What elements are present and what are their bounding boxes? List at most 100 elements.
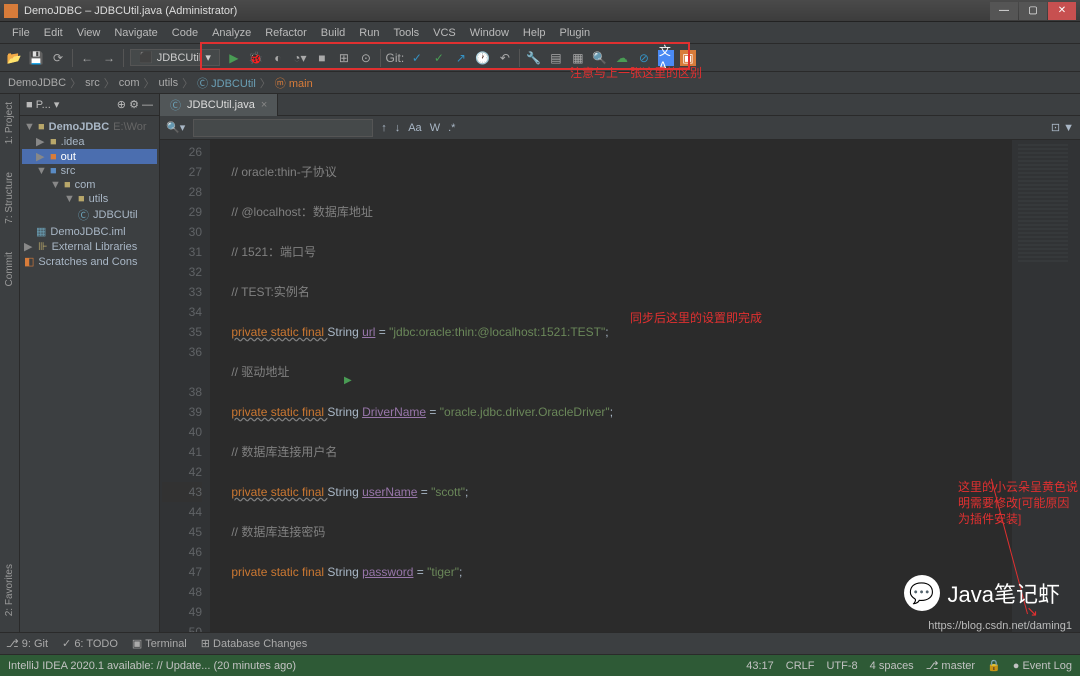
minimap[interactable] <box>1012 140 1072 632</box>
status-event-log[interactable]: ● Event Log <box>1013 660 1072 672</box>
status-enc[interactable]: UTF-8 <box>826 660 857 672</box>
bc-utils[interactable]: utils <box>159 77 179 89</box>
bc-project[interactable]: DemoJDBC <box>8 77 66 89</box>
status-spaces[interactable]: 4 spaces <box>870 660 914 672</box>
git-push-icon[interactable]: ↗ <box>453 50 469 66</box>
next-match-icon[interactable]: ↓ <box>395 122 401 134</box>
wechat-icon: 💬 <box>904 575 940 611</box>
menu-refactor[interactable]: Refactor <box>259 25 313 41</box>
prev-match-icon[interactable]: ↑ <box>381 122 387 134</box>
panel-header: ■ P... ▾ ⊕ ⚙ — <box>20 94 159 116</box>
regex[interactable]: .* <box>448 122 455 134</box>
tree-root[interactable]: ▼■ DemoJDBC E:\Wor <box>22 120 157 134</box>
menu-build[interactable]: Build <box>315 25 351 41</box>
menu-file[interactable]: File <box>6 25 36 41</box>
bottom-db[interactable]: ⊞ Database Changes <box>201 637 307 650</box>
close-button[interactable]: ✕ <box>1048 2 1076 20</box>
run-icon[interactable]: ▶ <box>226 50 242 66</box>
git-label: Git: <box>387 50 403 66</box>
menu-analyze[interactable]: Analyze <box>206 25 257 41</box>
tree-out[interactable]: ▶■ out <box>22 149 157 164</box>
bc-com[interactable]: com <box>119 77 140 89</box>
menu-navigate[interactable]: Navigate <box>108 25 163 41</box>
save-icon[interactable]: 💾 <box>28 50 44 66</box>
back-icon[interactable]: ← <box>79 50 95 66</box>
panel-gear-icon[interactable]: ⊕ ⚙ — <box>117 98 153 111</box>
tab-jdbcutil[interactable]: Ⓒ JDBCUtil.java × <box>160 94 278 116</box>
tree-scratch[interactable]: ◧ Scratches and Cons <box>22 254 157 269</box>
menu-plugin[interactable]: Plugin <box>554 25 597 41</box>
minimize-button[interactable]: — <box>990 2 1018 20</box>
tree-src[interactable]: ▼■ src <box>22 164 157 178</box>
run-gutter-icon[interactable]: ▶ <box>344 375 352 386</box>
git-commit-icon[interactable]: ✓ <box>431 50 447 66</box>
menu-code[interactable]: Code <box>166 25 204 41</box>
panel-icon[interactable]: ▤ <box>548 50 564 66</box>
toolbar: 📂 💾 ⟳ ← → ⬛ JDBCUtil ▾ ▶ 🐞 ◐ ◔▾ ■ ⊞ ⊙ Gi… <box>0 44 1080 72</box>
breadcrumb: DemoJDBC〉 src〉 com〉 utils〉 Ⓒ JDBCUtil〉 ⓜ… <box>0 72 1080 94</box>
tab-close-icon[interactable]: × <box>261 99 267 111</box>
profile-icon[interactable]: ◔▾ <box>292 50 308 66</box>
status-bar: IntelliJ IDEA 2020.1 available: // Updat… <box>0 654 1080 676</box>
tree-iml[interactable]: ▦ DemoJDBC.iml <box>22 224 157 239</box>
gutter-structure[interactable]: 7: Structure <box>4 168 15 228</box>
match-case[interactable]: Aa <box>408 122 421 134</box>
tree-utils[interactable]: ▼■ utils <box>22 192 157 206</box>
tree-idea[interactable]: ▶■ .idea <box>22 134 157 149</box>
bottom-toolbar: ⎇ 9: Git ✓ 6: TODO ▣ Terminal ⊞ Database… <box>0 632 1080 654</box>
tree-com[interactable]: ▼■ com <box>22 178 157 192</box>
bottom-todo[interactable]: ✓ 6: TODO <box>62 637 118 650</box>
find-search-icon[interactable]: 🔍▾ <box>166 121 185 134</box>
menu-window[interactable]: Window <box>464 25 515 41</box>
menu-edit[interactable]: Edit <box>38 25 69 41</box>
forward-icon[interactable]: → <box>101 50 117 66</box>
gutter-project[interactable]: 1: Project <box>4 98 15 148</box>
status-lock-icon[interactable]: 🔒 <box>987 659 1001 672</box>
annotation-right: 这里的小云朵呈黄色说明需要修改[可能原因为插件安装] <box>958 479 1078 527</box>
editor-tabs: Ⓒ JDBCUtil.java × <box>160 94 1080 116</box>
gutter-commit[interactable]: Commit <box>4 248 15 290</box>
git-rollback-icon[interactable]: ↶ <box>497 50 513 66</box>
menu-run[interactable]: Run <box>353 25 385 41</box>
open-icon[interactable]: 📂 <box>6 50 22 66</box>
line-gutter: 2627282930313233343536383940414243444546… <box>160 140 210 632</box>
tree-file[interactable]: Ⓒ JDBCUtil <box>22 206 157 224</box>
find-input[interactable] <box>193 119 373 137</box>
bottom-git[interactable]: ⎇ 9: Git <box>6 637 48 650</box>
search-icon[interactable]: ⊙ <box>358 50 374 66</box>
bc-class[interactable]: Ⓒ JDBCUtil <box>197 75 256 91</box>
menu-view[interactable]: View <box>71 25 107 41</box>
bc-method[interactable]: ⓜ main <box>275 75 313 91</box>
code-content[interactable]: // oracle:thin-子协议 // @localhost：数据库地址 /… <box>210 140 1012 632</box>
annotation-top: 注意与上一张这里的区别 <box>570 64 702 81</box>
gutter-favorites[interactable]: 2: Favorites <box>4 560 15 620</box>
coverage-icon[interactable]: ◐ <box>270 50 286 66</box>
find-bar: 🔍▾ ↑ ↓ Aa W .* ⊡ ▼ <box>160 116 1080 140</box>
error-stripe[interactable] <box>1072 140 1080 632</box>
menu-tools[interactable]: Tools <box>387 25 425 41</box>
stop-icon[interactable]: ■ <box>314 50 330 66</box>
filter-icon[interactable]: ⊡ ▼ <box>1051 121 1074 134</box>
annotation-middle: 同步后这里的设置即完成 <box>630 309 762 326</box>
git-history-icon[interactable]: 🕐 <box>475 50 491 66</box>
titlebar: DemoJDBC – JDBCUtil.java (Administrator)… <box>0 0 1080 22</box>
status-pos: 43:17 <box>746 660 774 672</box>
bottom-terminal[interactable]: ▣ Terminal <box>132 637 187 650</box>
status-eol[interactable]: CRLF <box>786 660 815 672</box>
menubar: File Edit View Navigate Code Analyze Ref… <box>0 22 1080 44</box>
menu-help[interactable]: Help <box>517 25 552 41</box>
maximize-button[interactable]: ▢ <box>1019 2 1047 20</box>
wrench-icon[interactable]: 🔧 <box>526 50 542 66</box>
tree-ext[interactable]: ▶⊪ External Libraries <box>22 239 157 254</box>
debug-icon[interactable]: 🐞 <box>248 50 264 66</box>
sync-icon[interactable]: ⟳ <box>50 50 66 66</box>
status-branch[interactable]: ⎇ master <box>926 659 975 672</box>
git-update-icon[interactable]: ✓ <box>409 50 425 66</box>
whole-word[interactable]: W <box>430 122 440 134</box>
menu-vcs[interactable]: VCS <box>427 25 462 41</box>
editor-area: Ⓒ JDBCUtil.java × 🔍▾ ↑ ↓ Aa W .* ⊡ ▼ 262… <box>160 94 1080 632</box>
run-config-selector[interactable]: ⬛ JDBCUtil ▾ <box>130 49 220 66</box>
attach-icon[interactable]: ⊞ <box>336 50 352 66</box>
bc-src[interactable]: src <box>85 77 100 89</box>
status-notification[interactable]: IntelliJ IDEA 2020.1 available: // Updat… <box>8 660 296 672</box>
